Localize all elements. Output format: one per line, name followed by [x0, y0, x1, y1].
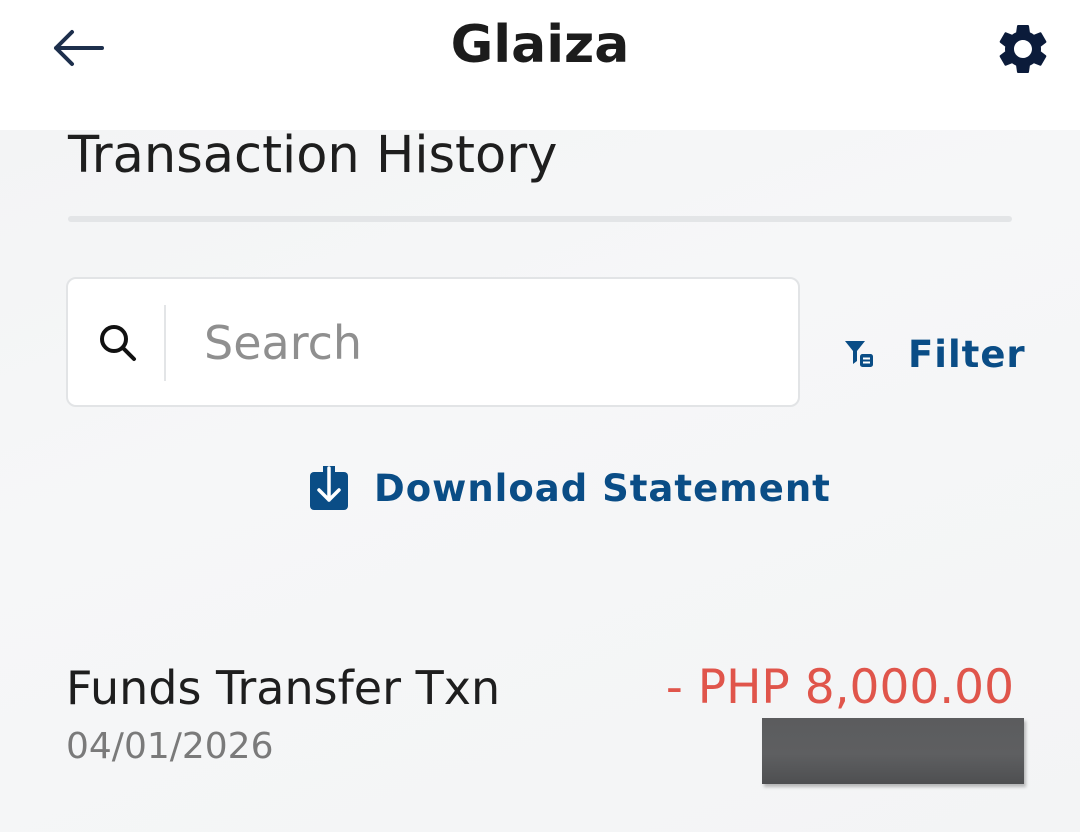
section-divider: [68, 216, 1012, 222]
page-title: Glaiza: [450, 15, 630, 75]
download-statement-label: Download Statement: [374, 466, 831, 510]
section-title: Transaction History: [68, 126, 558, 185]
search-box[interactable]: [66, 277, 800, 407]
gear-icon: [999, 24, 1047, 73]
download-icon: [310, 466, 348, 510]
transaction-name: Funds Transfer Txn: [66, 661, 501, 715]
filter-label: Filter: [908, 332, 1026, 376]
app-screen: Glaiza Transaction History Filter: [0, 0, 1080, 832]
transaction-date: 04/01/2026: [66, 726, 274, 767]
search-input[interactable]: [204, 307, 764, 379]
search-icon: [100, 325, 136, 361]
redacted-block: [762, 718, 1024, 784]
settings-button[interactable]: [988, 14, 1058, 84]
filter-button[interactable]: Filter: [844, 326, 1026, 382]
top-app-bar: Glaiza: [0, 0, 1080, 130]
search-separator: [164, 305, 166, 381]
transaction-row[interactable]: Funds Transfer Txn 04/01/2026 - PHP 8,00…: [66, 655, 1024, 785]
transaction-amount: - PHP 8,000.00: [665, 660, 1014, 715]
filter-icon: [845, 341, 873, 367]
download-statement-button[interactable]: Download Statement: [308, 464, 831, 512]
